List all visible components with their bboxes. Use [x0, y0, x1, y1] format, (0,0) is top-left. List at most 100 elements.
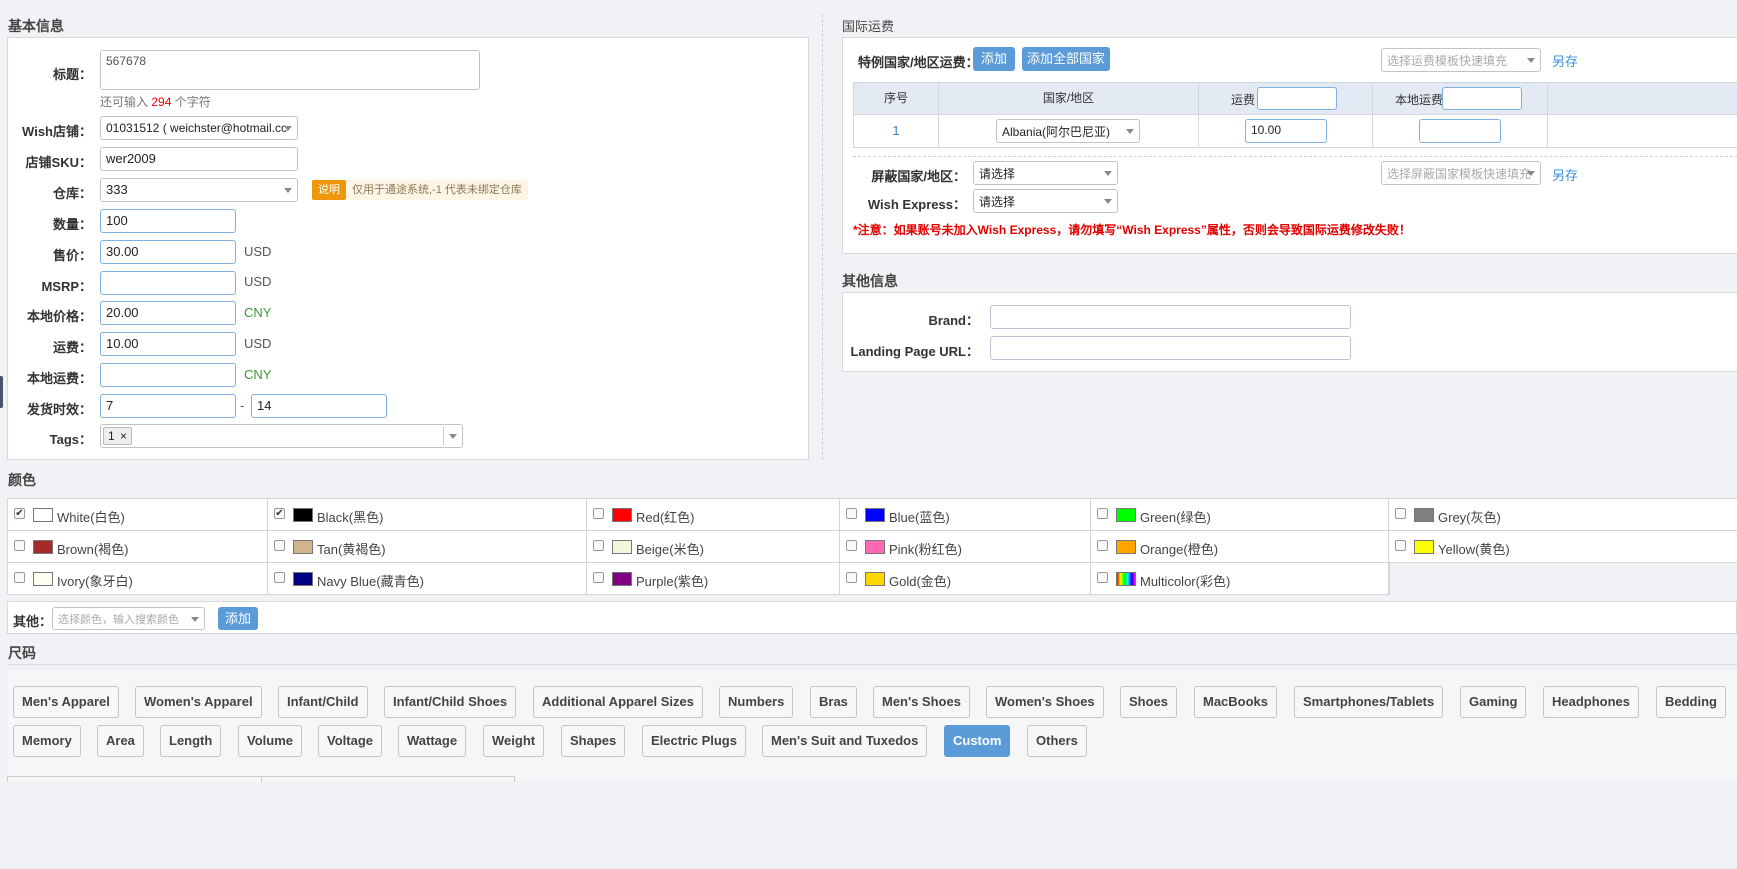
color-checkbox[interactable]: ✔	[274, 508, 285, 519]
size-category-button[interactable]: Infant/Child Shoes	[384, 686, 517, 718]
color-option[interactable]: Purple(紫色)	[587, 563, 840, 595]
color-option[interactable]: Ivory(象牙白)	[8, 563, 268, 595]
size-category-button[interactable]: Smartphones/Tablets	[1294, 686, 1444, 718]
color-option[interactable]: Grey(灰色)	[1389, 499, 1737, 531]
title-textarea[interactable]: 567678	[100, 50, 480, 90]
shipping-template-select[interactable]: 选择运费模板快速填充	[1381, 48, 1541, 72]
color-option[interactable]: Blue(蓝色)	[840, 499, 1091, 531]
basic-info-panel: 标题： 567678 还可输入 294 个字符 Wish店铺： 01031512…	[7, 37, 809, 460]
other-color-select[interactable]: 选择颜色，输入搜索颜色	[52, 607, 205, 630]
side-scroll-marker[interactable]	[0, 376, 3, 408]
landing-page-input[interactable]	[990, 336, 1351, 360]
color-checkbox[interactable]	[14, 540, 25, 551]
warehouse-select[interactable]: 333	[100, 178, 298, 202]
size-category-button[interactable]: Voltage	[318, 725, 382, 757]
color-option[interactable]: Beige(米色)	[587, 531, 840, 563]
size-category-button[interactable]: Women's Shoes	[986, 686, 1104, 718]
local-shipping-input[interactable]	[100, 363, 236, 387]
size-category-button[interactable]: Men's Shoes	[873, 686, 970, 718]
save-as-link[interactable]: 另存	[1552, 51, 1578, 70]
save-as-link-2[interactable]: 另存	[1552, 165, 1578, 184]
color-checkbox[interactable]	[1097, 572, 1108, 583]
chevron-down-icon	[191, 617, 199, 622]
color-option[interactable]: Green(绿色)	[1091, 499, 1389, 531]
color-checkbox[interactable]	[1395, 508, 1406, 519]
brand-input[interactable]	[990, 305, 1351, 329]
color-option[interactable]: Tan(黄褐色)	[268, 531, 587, 563]
other-color-bar: 其他： 选择颜色，输入搜索颜色 添加	[7, 601, 1737, 634]
size-category-button[interactable]: Others	[1027, 725, 1087, 757]
size-category-button[interactable]: Bras	[810, 686, 857, 718]
row-country-select[interactable]: Albania(阿尔巴尼亚)	[996, 119, 1140, 143]
color-checkbox[interactable]	[593, 540, 604, 551]
size-category-button[interactable]: Infant/Child	[278, 686, 368, 718]
size-category-button[interactable]: Shapes	[561, 725, 626, 757]
size-category-button[interactable]: MacBooks	[1194, 686, 1278, 718]
tag-remove-icon[interactable]: ×	[120, 429, 127, 443]
size-category-button[interactable]: Men's Apparel	[13, 686, 119, 718]
color-checkbox[interactable]	[846, 572, 857, 583]
color-checkbox[interactable]	[1395, 540, 1406, 551]
color-option[interactable]: Gold(金色)	[840, 563, 1091, 595]
row-shipping-input[interactable]: 10.00	[1245, 119, 1327, 143]
size-category-button[interactable]: Length	[160, 725, 222, 757]
size-category-button[interactable]: Shoes	[1120, 686, 1178, 718]
color-option[interactable]: ✔ Black(黑色)	[268, 499, 587, 531]
color-checkbox[interactable]	[593, 572, 604, 583]
color-option[interactable]: Navy Blue(藏青色)	[268, 563, 587, 595]
tags-label: Tags：	[49, 432, 92, 447]
shipping-bulk-input[interactable]	[1257, 87, 1337, 110]
shop-select[interactable]: 01031512 ( weichster@hotmail.cc	[100, 116, 298, 140]
price-input[interactable]: 30.00	[100, 240, 236, 264]
sku-input[interactable]: wer2009	[100, 147, 298, 171]
tags-multiselect[interactable]: 1 ×	[100, 424, 463, 448]
size-category-button[interactable]: Memory	[13, 725, 81, 757]
size-category-button[interactable]: Weight	[483, 725, 545, 757]
color-option[interactable]: Yellow(黄色)	[1389, 531, 1737, 563]
color-checkbox[interactable]	[846, 508, 857, 519]
block-template-select[interactable]: 选择屏蔽国家模板快速填充	[1381, 161, 1541, 185]
color-option[interactable]: ✔ White(白色)	[8, 499, 268, 531]
size-category-button[interactable]: Bedding	[1656, 686, 1726, 718]
color-checkbox[interactable]	[274, 540, 285, 551]
block-country-select[interactable]: 请选择	[973, 161, 1118, 185]
local-shipping-bulk-input[interactable]	[1442, 87, 1522, 110]
color-option[interactable]: Pink(粉红色)	[840, 531, 1091, 563]
shipping-template-placeholder: 选择运费模板快速填充	[1387, 54, 1508, 68]
size-category-button[interactable]: Gaming	[1460, 686, 1527, 718]
color-checkbox[interactable]	[274, 572, 285, 583]
add-all-countries-button[interactable]: 添加全部国家	[1022, 47, 1110, 71]
color-checkbox[interactable]: ✔	[14, 508, 25, 519]
size-category-button[interactable]: Electric Plugs	[642, 725, 746, 757]
size-category-button[interactable]: Numbers	[719, 686, 794, 718]
msrp-input[interactable]	[100, 271, 236, 295]
quantity-input[interactable]: 100	[100, 209, 236, 233]
row-local-shipping-input[interactable]	[1419, 119, 1501, 143]
size-category-button[interactable]: Additional Apparel Sizes	[533, 686, 703, 718]
add-color-button[interactable]: 添加	[218, 607, 258, 630]
size-category-button[interactable]: Volume	[238, 725, 302, 757]
size-category-button[interactable]: Wattage	[398, 725, 467, 757]
local-price-input[interactable]: 20.00	[100, 301, 236, 325]
color-checkbox[interactable]	[14, 572, 25, 583]
color-checkbox[interactable]	[1097, 540, 1108, 551]
size-category-button[interactable]: Headphones	[1543, 686, 1640, 718]
wish-express-select[interactable]: 请选择	[973, 189, 1118, 213]
color-option[interactable]: Red(红色)	[587, 499, 840, 531]
price-unit: USD	[244, 244, 272, 259]
color-checkbox[interactable]	[593, 508, 604, 519]
color-checkbox[interactable]	[846, 540, 857, 551]
color-option[interactable]: Brown(褐色)	[8, 531, 268, 563]
add-country-button[interactable]: 添加	[973, 47, 1015, 71]
size-category-button[interactable]: Area	[97, 725, 144, 757]
size-category-button[interactable]: Custom	[944, 725, 1011, 757]
color-option[interactable]: Multicolor(彩色)	[1091, 563, 1389, 595]
size-category-button[interactable]: Women's Apparel	[135, 686, 262, 718]
size-category-button[interactable]: Men's Suit and Tuxedos	[762, 725, 928, 757]
ship-time-min-input[interactable]: 7	[100, 394, 236, 418]
ship-time-max-input[interactable]: 14	[251, 394, 387, 418]
color-option[interactable]: Orange(橙色)	[1091, 531, 1389, 563]
shipping-input[interactable]: 10.00	[100, 332, 236, 356]
tag-chip-label: 1	[108, 429, 115, 443]
color-checkbox[interactable]	[1097, 508, 1108, 519]
